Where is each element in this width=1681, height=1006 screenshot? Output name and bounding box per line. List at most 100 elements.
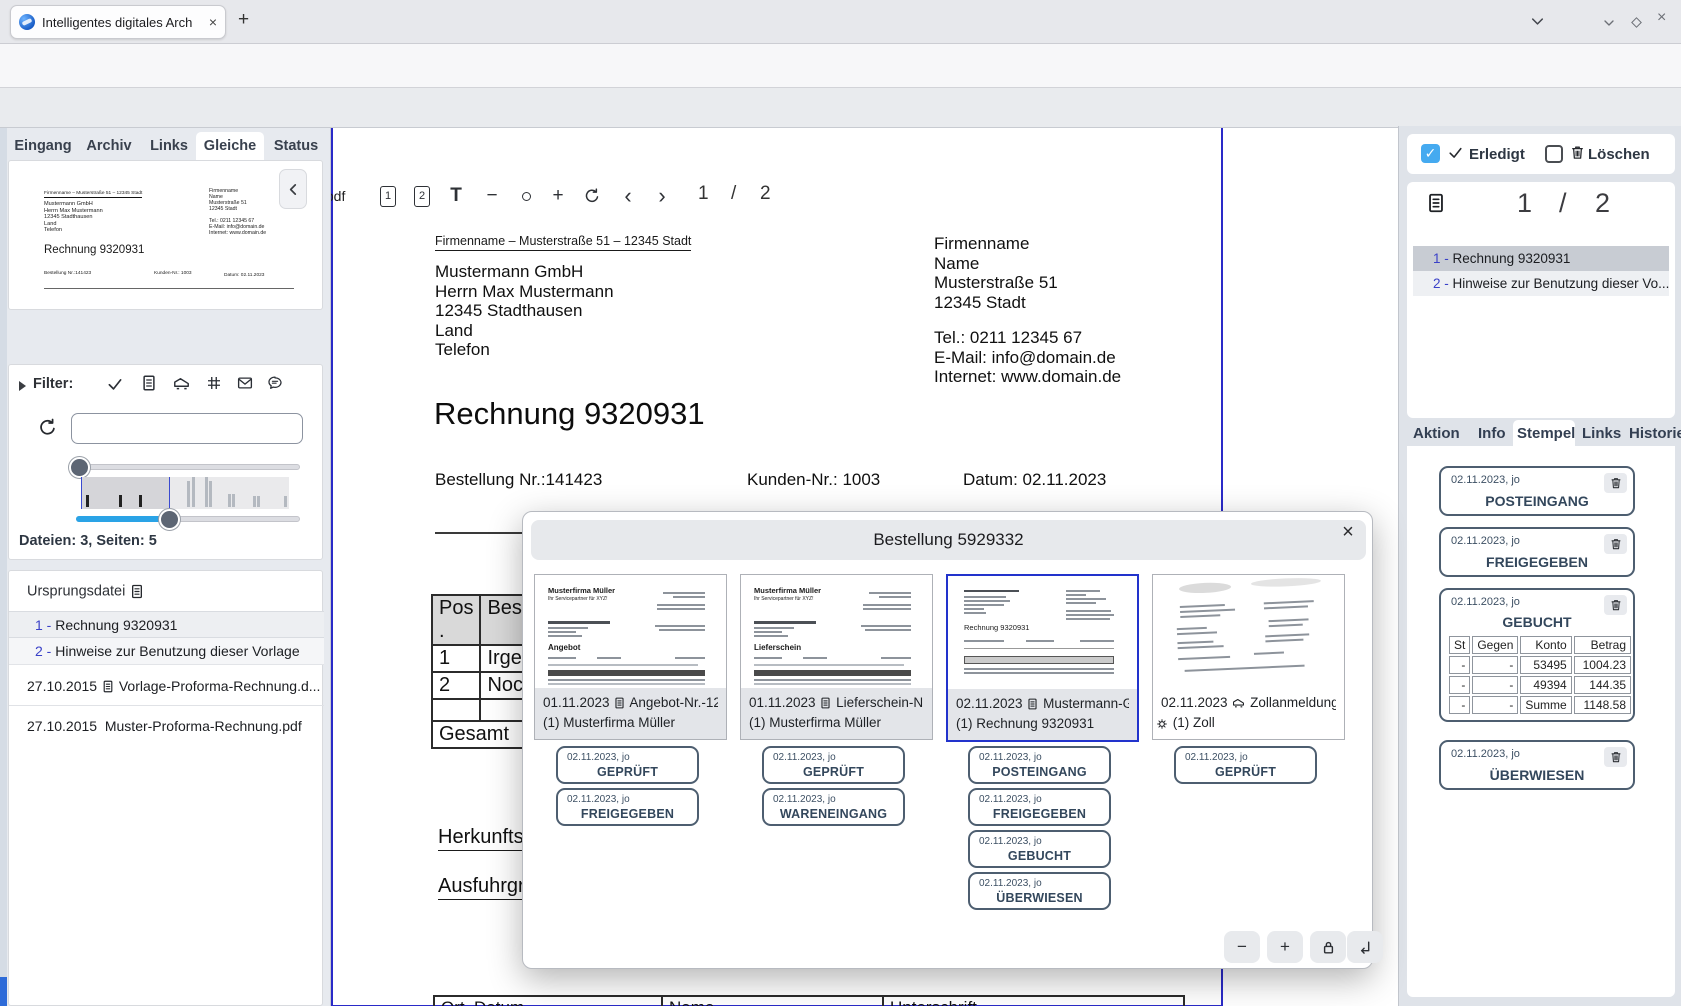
delete-label[interactable]: Löschen — [1588, 146, 1650, 163]
thumb-contact: Tel.: 0211 12345 67E-Mail: info@domain.d… — [209, 218, 266, 236]
stamp-gebucht: 02.11.2023, joGEBUCHT — [968, 830, 1111, 868]
document-icon — [1425, 191, 1447, 215]
window-maximize-icon[interactable] — [1629, 14, 1644, 32]
linked-doc-card-zoll[interactable]: 02.11.2023 Zollanmeldung-AT... (1) Zoll — [1152, 574, 1345, 740]
done-label[interactable]: Erledigt — [1469, 146, 1525, 163]
doc-thumbnail[interactable]: Musterfirma Müller Ihr Servicepartner fü… — [535, 575, 726, 688]
rotate-button[interactable] — [578, 182, 606, 210]
filter-scanner-icon[interactable] — [172, 374, 191, 393]
doc-thumbnail[interactable]: Rechnung 9320931 — [948, 576, 1137, 689]
page-2-thumbnail-button[interactable]: 2 — [408, 182, 436, 210]
file-stats-label: Dateien: 3, Seiten: 5 — [19, 533, 157, 549]
range-slider-handle[interactable] — [159, 509, 180, 530]
stamp-geprueft: 02.11.2023, joGEPRÜFT — [1174, 746, 1317, 784]
panel-stamp-posteingang: 02.11.2023, jo POSTEINGANG — [1439, 466, 1635, 516]
doc-origin-country-label: Herkunftsl — [438, 826, 528, 851]
right-tab-links[interactable]: Links — [1582, 425, 1621, 442]
document-thumbnail-card[interactable]: Firmenname – Musterstraße 51 – 12345 Sta… — [8, 160, 323, 310]
page-1-thumbnail-button[interactable]: 1 — [374, 182, 402, 210]
doc-caption[interactable]: 01.11.2023 Angebot-Nr.-1234.pdf (1) Must… — [535, 688, 726, 739]
origin-page-item-2[interactable]: 2 - Hinweise zur Benutzung dieser Vorlag… — [9, 638, 324, 665]
site-favicon — [19, 14, 35, 30]
zoom-out-button[interactable]: − — [478, 182, 506, 210]
stamp-geprueft: 02.11.2023, joGEPRÜFT — [556, 746, 699, 784]
dialog-zoom-out-button[interactable]: − — [1224, 931, 1260, 963]
window-close-icon[interactable]: × — [1657, 9, 1666, 27]
origin-file-item-1[interactable]: 27.10.2015 Vorlage-Proforma-Rechnung.d..… — [9, 671, 324, 701]
stamp-posteingang: 02.11.2023, joPOSTEINGANG — [968, 746, 1111, 784]
filter-expander-icon[interactable] — [19, 381, 26, 391]
stamp-geprueft: 02.11.2023, joGEPRÜFT — [762, 746, 905, 784]
window-minimize-icon[interactable] — [1601, 14, 1617, 32]
filter-chat-icon[interactable] — [266, 374, 284, 392]
linked-doc-card-angebot[interactable]: Musterfirma Müller Ihr Servicepartner fü… — [534, 574, 727, 740]
filter-search-input[interactable] — [71, 413, 303, 444]
doc-meta-order: Bestellung Nr.:141423 — [435, 470, 602, 490]
zoom-in-button[interactable]: + — [544, 182, 572, 210]
new-tab-button[interactable]: + — [238, 9, 249, 31]
doc-caption[interactable]: 02.11.2023 Zollanmeldung-AT... (1) Zoll — [1153, 688, 1344, 739]
delete-stamp-button[interactable] — [1604, 473, 1627, 493]
linked-doc-card-lieferschein[interactable]: Musterfirma Müller Ihr Servicepartner fü… — [740, 574, 933, 740]
delete-stamp-button[interactable] — [1604, 534, 1627, 554]
doc-thumbnail[interactable] — [1153, 575, 1344, 688]
left-scroll-thumb[interactable] — [0, 977, 7, 1006]
delete-stamp-button[interactable] — [1604, 595, 1627, 615]
right-tab-stempel[interactable]: Stempel — [1517, 425, 1575, 442]
trash-icon — [1569, 144, 1586, 162]
panel-stamp-ueberwiesen: 02.11.2023, jo ÜBERWIESEN — [1439, 740, 1635, 790]
linked-documents-dialog: Bestellung 5929332 × Musterfirma Müller … — [522, 511, 1373, 969]
sidebar-tab-links[interactable]: Links — [146, 132, 192, 160]
right-tab-historie[interactable]: Historie — [1629, 425, 1681, 442]
prev-page-button[interactable]: ‹ — [614, 182, 642, 210]
tab-close-icon[interactable]: × — [209, 14, 217, 30]
dialog-lock-button[interactable] — [1310, 931, 1346, 963]
filter-grid-icon[interactable] — [205, 374, 223, 392]
browser-tab[interactable]: Intelligentes digitales Arch × — [10, 5, 226, 39]
dialog-header: Bestellung 5929332 — [531, 520, 1366, 560]
right-tab-info[interactable]: Info — [1478, 425, 1506, 442]
doc-sender-line: Firmenname – Musterstraße 51 – 12345 Sta… — [435, 234, 691, 251]
filter-refresh-icon[interactable] — [37, 417, 58, 438]
filter-check-icon[interactable] — [106, 375, 124, 393]
panel-page-item-1[interactable]: 1 - Rechnung 9320931 — [1413, 246, 1669, 271]
dialog-zoom-in-button[interactable]: + — [1267, 931, 1303, 963]
booking-table: St Gegen Konto Betrag --534951004.23 --4… — [1447, 634, 1633, 716]
filter-mail-icon[interactable] — [236, 374, 254, 392]
right-tab-aktion[interactable]: Aktion — [1413, 425, 1460, 442]
sidebar-tab-archiv[interactable]: Archiv — [82, 132, 136, 160]
linked-doc-card-rechnung[interactable]: Rechnung 9320931 02.11.2023 Mustermann-G… — [946, 574, 1139, 742]
filter-label: Filter: — [33, 376, 73, 392]
collapse-panel-button[interactable] — [279, 169, 307, 209]
doc-caption[interactable]: 01.11.2023 Lieferschein-Nr.-12... (1) Mu… — [741, 688, 932, 739]
thumb-company: FirmennameNameMusterstraße 5112345 Stadt — [209, 188, 247, 213]
delete-stamp-button[interactable] — [1604, 747, 1627, 767]
zoom-slider-handle[interactable] — [69, 457, 90, 478]
sidebar-tab-gleiche[interactable]: Gleiche — [196, 132, 264, 160]
stamp-wareneingang: 02.11.2023, joWARENEINGANG — [762, 788, 905, 826]
panel-page-item-2[interactable]: 2 - Hinweise zur Benutzung dieser Vo... — [1413, 271, 1669, 296]
origin-file-item-2[interactable]: 27.10.2015 Muster-Proforma-Rechnung.pdf — [9, 711, 324, 741]
document-icon — [129, 583, 145, 600]
document-icon — [819, 696, 832, 710]
filter-document-icon[interactable] — [140, 374, 158, 392]
current-page-number: 1 — [698, 183, 709, 205]
next-page-button[interactable]: › — [648, 182, 676, 210]
zoom-reset-button[interactable] — [512, 182, 540, 210]
sidebar-tab-eingang[interactable]: Eingang — [12, 132, 74, 160]
zoom-slider-track[interactable] — [76, 464, 300, 470]
tab-title: Intelligentes digitales Arch — [42, 15, 202, 30]
dialog-import-button[interactable] — [1347, 931, 1383, 963]
done-checkbox[interactable]: ✓ — [1421, 144, 1440, 163]
dialog-close-button[interactable]: × — [1334, 518, 1362, 546]
origin-page-item-1[interactable]: 1 - Rechnung 9320931 — [9, 611, 324, 638]
list-tabs-icon[interactable] — [1528, 12, 1547, 31]
doc-caption[interactable]: 02.11.2023 Mustermann-Gmb... (1) Rechnun… — [948, 689, 1137, 740]
left-scroll-track[interactable] — [0, 128, 7, 1006]
delete-checkbox[interactable] — [1545, 145, 1563, 163]
doc-recipient-block: Mustermann GmbHHerrn Max Mustermann12345… — [435, 262, 614, 360]
thumb-recipient: Mustermann GmbHHerrn Max Mustermann12345… — [44, 201, 103, 234]
sidebar-tab-status[interactable]: Status — [270, 132, 322, 160]
doc-thumbnail[interactable]: Musterfirma Müller Ihr Servicepartner fü… — [741, 575, 932, 688]
text-tool-button[interactable]: T — [442, 182, 470, 210]
